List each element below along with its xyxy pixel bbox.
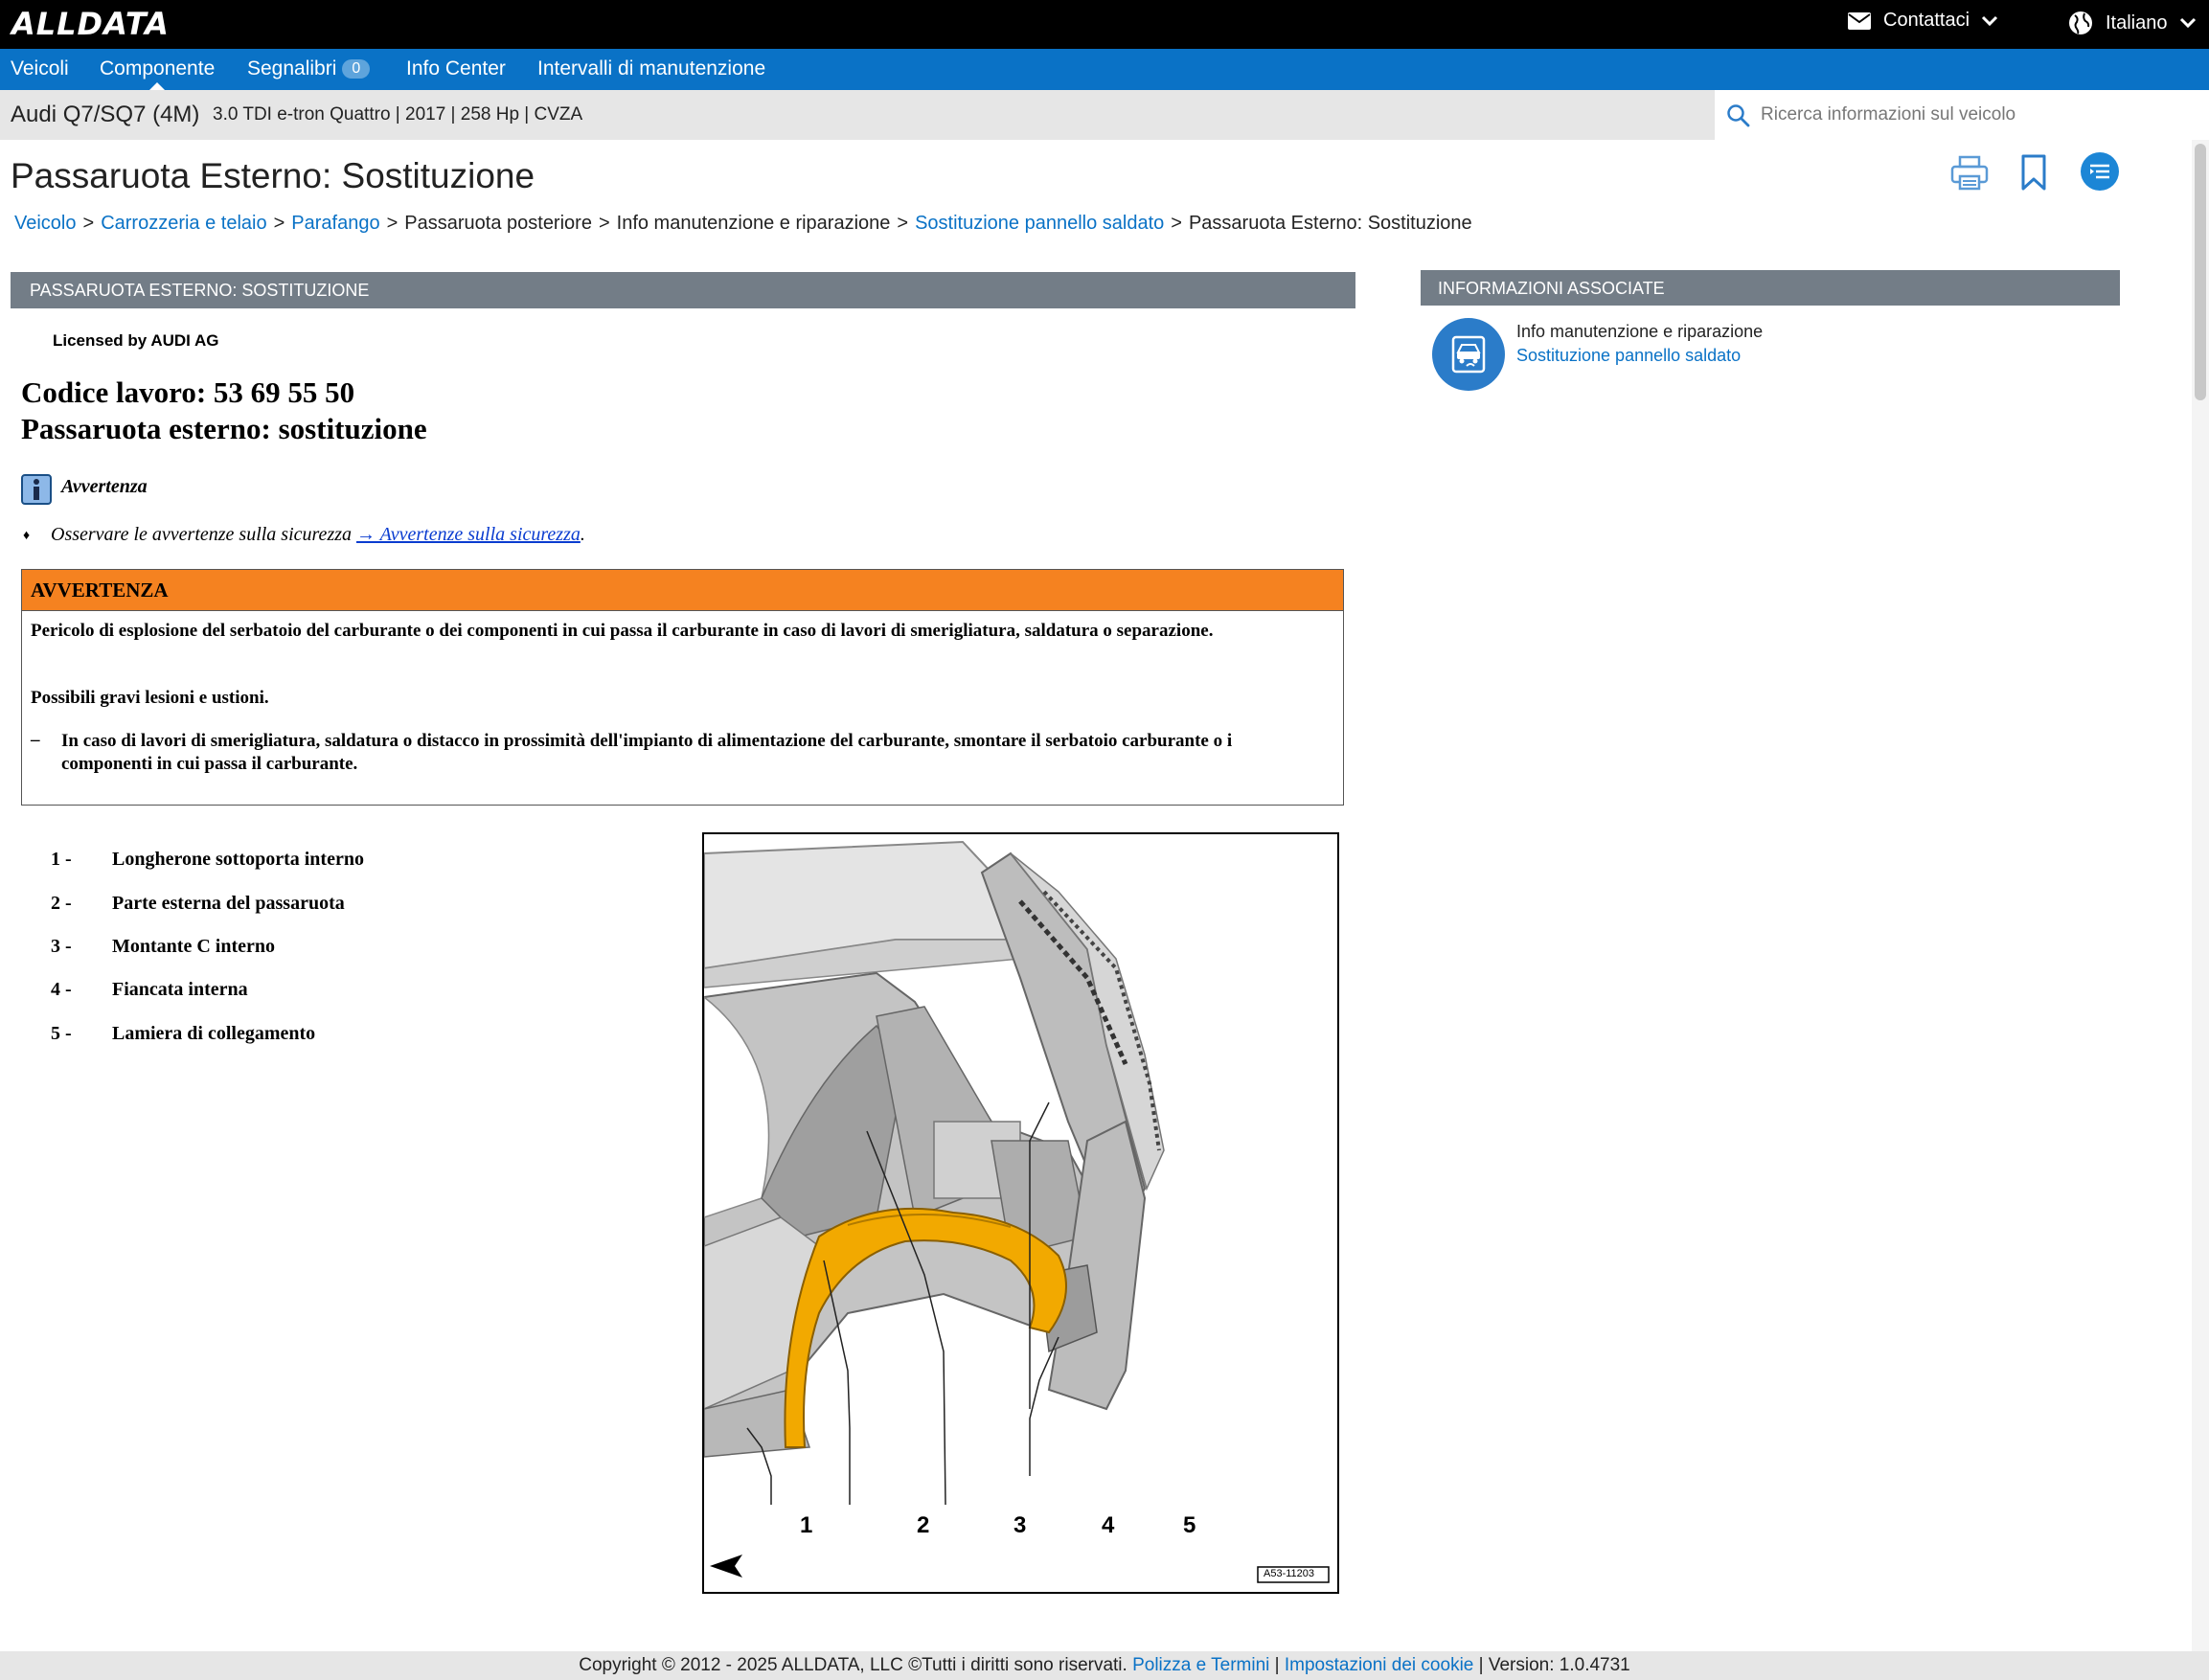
- footer: Copyright © 2012 - 2025 ALLDATA, LLC ©Tu…: [0, 1651, 2209, 1680]
- version-text: Version: 1.0.4731: [1488, 1655, 1630, 1675]
- breadcrumb-info-manutenzione: Info manutenzione e riparazione: [616, 213, 891, 234]
- legend-num: 1 -: [51, 849, 72, 870]
- globe-icon: [2069, 11, 2092, 34]
- callout-2: 2: [917, 1512, 930, 1538]
- bookmark-count-badge: 0: [342, 59, 371, 79]
- print-icon: [1950, 155, 1989, 191]
- nav-componente[interactable]: Componente: [100, 57, 215, 90]
- legend-label: Fiancata interna: [112, 979, 248, 1000]
- breadcrumb-parafango[interactable]: Parafango: [291, 213, 379, 234]
- breadcrumb-passaruota-posteriore: Passaruota posteriore: [404, 213, 592, 234]
- warning-text-1: Pericolo di esplosione del serbatoio del…: [31, 621, 1214, 641]
- warning-dash: –: [31, 730, 40, 750]
- warning-box: AVVERTENZA Pericolo di esplosione del se…: [21, 569, 1344, 806]
- safety-link[interactable]: → Avvertenze sulla sicurezza: [356, 524, 581, 545]
- search-input[interactable]: [1761, 102, 2182, 128]
- warning-instruction: In caso di lavori di smerigliatura, sald…: [61, 731, 1233, 774]
- bullet-diamond: ♦: [23, 527, 31, 542]
- page-title: Passaruota Esterno: Sostituzione: [11, 156, 535, 195]
- nav-segnalibri-label: Segnalibri: [247, 57, 337, 79]
- callout-1: 1: [800, 1512, 813, 1538]
- section-header: PASSARUOTA ESTERNO: SOSTITUZIONE: [11, 272, 1355, 308]
- related-category: Info manutenzione e riparazione: [1516, 322, 1764, 341]
- chevron-down-icon: [1982, 15, 1998, 26]
- legend-label: Lamiera di collegamento: [112, 1023, 316, 1044]
- contact-label: Contattaci: [1883, 10, 1970, 31]
- top-bar: ALLDATA Contattaci Italiano: [0, 0, 2209, 49]
- contact-menu[interactable]: Contattaci: [1847, 10, 1998, 32]
- main-nav: Veicoli Componente Segnalibri 0 Info Cent…: [0, 49, 2209, 90]
- breadcrumb-current: Passaruota Esterno: Sostituzione: [1188, 213, 1472, 234]
- breadcrumb: Veicolo > Carrozzeria e telaio > Parafango > P…: [14, 213, 1472, 234]
- bookmark-button[interactable]: [2019, 153, 2048, 196]
- related-info-header: INFORMAZIONI ASSOCIATE: [1421, 270, 2120, 306]
- vehicle-search: [1715, 90, 2209, 140]
- direction-arrow-icon: [710, 1555, 742, 1578]
- legend-label: Montante C interno: [112, 936, 275, 957]
- mail-icon: [1848, 11, 1871, 30]
- document-title: Codice lavoro: 53 69 55 50 Passaruota es…: [21, 375, 427, 447]
- legend-num: 4 -: [51, 979, 72, 1000]
- figure-reference: A53-11203: [1264, 1568, 1315, 1579]
- policy-link[interactable]: Polizza e Termini: [1132, 1655, 1269, 1675]
- scrollbar-thumb[interactable]: [2195, 144, 2206, 400]
- info-icon: [21, 474, 52, 505]
- vehicle-bar: Audi Q7/SQ7 (4M) 3.0 TDI e-tron Quattro …: [0, 90, 1715, 140]
- cookie-settings-link[interactable]: Impostazioni dei cookie: [1285, 1655, 1474, 1675]
- warning-text-2: Possibili gravi lesioni e ustioni.: [31, 688, 269, 708]
- vehicle-name[interactable]: Audi Q7/SQ7 (4M): [11, 102, 199, 128]
- warning-title: AVVERTENZA: [22, 570, 1343, 611]
- nav-veicoli[interactable]: Veicoli: [11, 57, 69, 80]
- search-icon: [1727, 104, 1750, 127]
- job-code: Codice lavoro: 53 69 55 50: [21, 375, 355, 409]
- print-button[interactable]: [1950, 155, 1989, 196]
- license-note: Licensed by AUDI AG: [53, 331, 219, 350]
- list-icon: [2090, 164, 2109, 179]
- chevron-down-icon: [2179, 17, 2196, 29]
- language-label: Italiano: [2106, 11, 2168, 34]
- callout-3: 3: [1013, 1512, 1027, 1538]
- legend-num: 2 -: [51, 893, 72, 914]
- legend-num: 5 -: [51, 1023, 72, 1044]
- breadcrumb-carrozzeria[interactable]: Carrozzeria e telaio: [101, 213, 266, 234]
- nav-info-center[interactable]: Info Center: [406, 57, 506, 80]
- note-label: Avvertenza: [61, 476, 148, 497]
- breadcrumb-veicolo[interactable]: Veicolo: [14, 213, 77, 234]
- vehicle-service-icon[interactable]: [1432, 318, 1505, 391]
- illustration-svg: [704, 840, 1330, 1583]
- legend-num: 3 -: [51, 936, 72, 957]
- toc-button[interactable]: [2081, 152, 2119, 191]
- job-title: Passaruota esterno: sostituzione: [21, 412, 427, 445]
- language-menu[interactable]: Italiano: [2067, 10, 2197, 36]
- nav-intervalli[interactable]: Intervalli di manutenzione: [537, 57, 765, 80]
- breadcrumb-sostituzione[interactable]: Sostituzione pannello saldato: [915, 213, 1164, 234]
- related-link[interactable]: Sostituzione pannello saldato: [1516, 346, 1741, 366]
- vehicle-spec: 3.0 TDI e-tron Quattro | 2017 | 258 Hp |…: [213, 104, 583, 125]
- legend-label: Longherone sottoporta interno: [112, 849, 364, 870]
- bookmark-icon: [2021, 154, 2046, 191]
- body-structure-illustration: 1 2 3 4 5 A53-11203: [702, 832, 1339, 1594]
- safety-note: Osservare le avvertenze sulla sicurezza …: [51, 524, 585, 545]
- nav-segnalibri[interactable]: Segnalibri 0: [247, 57, 371, 80]
- alldata-logo[interactable]: ALLDATA: [11, 6, 170, 42]
- callout-4: 4: [1102, 1512, 1115, 1538]
- callout-5: 5: [1183, 1512, 1196, 1538]
- copyright-text: Copyright © 2012 - 2025 ALLDATA, LLC ©Tu…: [579, 1655, 1133, 1675]
- legend-label: Parte esterna del passaruota: [112, 893, 345, 914]
